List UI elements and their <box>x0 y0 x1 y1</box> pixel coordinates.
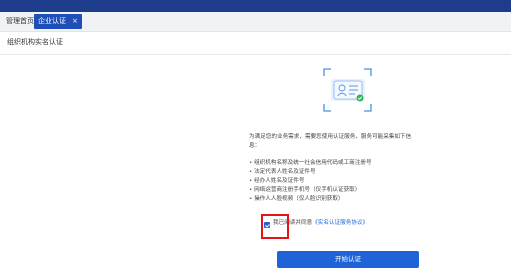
list-item: 操作人人脸视频（仅人脸识别获取） <box>249 195 439 204</box>
tab-enterprise-auth-label: 企业认证 <box>38 17 66 25</box>
list-item: 组织机构名称及统一社会信用代码或工商注册号 <box>249 159 439 168</box>
page-title: 组织机构实名认证 <box>7 38 63 46</box>
collected-info-list: 组织机构名称及统一社会信用代码或工商注册号 法定代表人姓名及证件号 经办人姓名及… <box>249 159 439 204</box>
close-icon[interactable]: × <box>72 17 78 25</box>
list-item: 网络运营商注册手机号（仅手机认证获取） <box>249 186 439 195</box>
page-header: 组织机构实名认证 <box>0 32 511 55</box>
tab-enterprise-auth[interactable]: 企业认证 × <box>34 14 82 29</box>
top-header-bar <box>0 0 511 12</box>
tab-bar: 管理首页 企业认证 × <box>0 12 511 32</box>
tab-home[interactable]: 管理首页 <box>2 14 38 29</box>
agreement-link[interactable]: 《实名认证服务协议》 <box>312 220 368 226</box>
id-card-verify-icon <box>323 68 372 112</box>
list-item: 法定代表人姓名及证件号 <box>249 168 439 177</box>
list-item: 经办人姓名及证件号 <box>249 177 439 186</box>
highlight-box <box>261 214 289 239</box>
start-verification-button[interactable]: 开始认证 <box>277 251 419 268</box>
service-description: 为满足您的业务需求，需要您使用认证服务，服务可能采集如下信息： <box>249 134 412 149</box>
